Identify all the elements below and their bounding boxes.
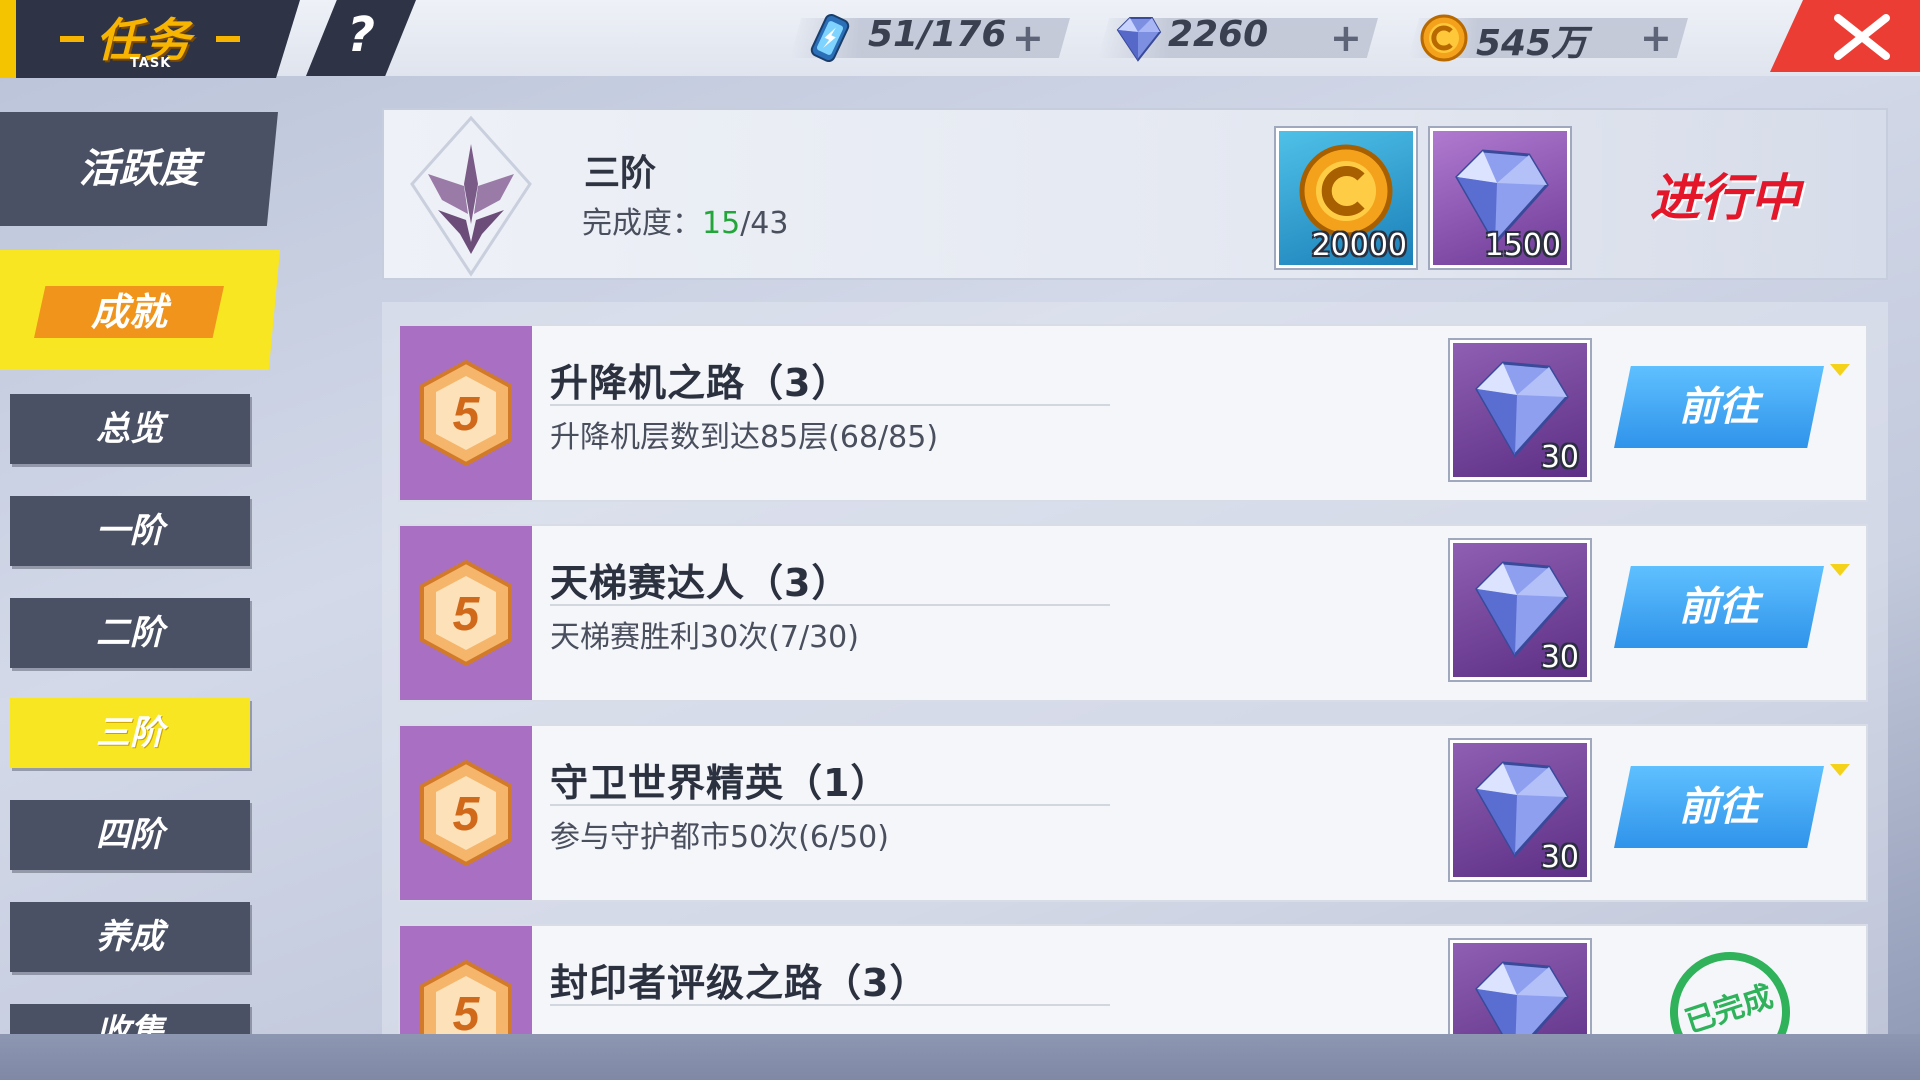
task-list[interactable]: 5 升降机之路（3） 升降机层数到达85层(68/85) 30 前往 5 天梯赛… — [382, 302, 1888, 1034]
diamond-add-button[interactable]: + — [1330, 16, 1362, 60]
sidebar-item-stage-2[interactable]: 二阶 — [10, 598, 250, 668]
diamond-icon — [1475, 961, 1569, 1034]
sidebar-item-stage-3[interactable]: 三阶 — [10, 698, 250, 768]
task-row: 5 天梯赛达人（3） 天梯赛胜利30次(7/30) 30 前往 — [398, 524, 1868, 702]
level-hexagon-icon: 5 — [420, 359, 512, 467]
task-row: 5 升降机之路（3） 升降机层数到达85层(68/85) 30 前往 — [398, 324, 1868, 502]
energy-value: 51/176 — [868, 14, 1007, 55]
stage-progress-total: /43 — [740, 206, 789, 241]
diamond-value: 2260 — [1168, 14, 1269, 55]
corner-marker-icon — [1830, 564, 1850, 576]
task-level: 5 — [453, 388, 481, 441]
sidebar-item-achievement[interactable]: 成就 — [0, 250, 280, 370]
level-hexagon-icon: 5 — [420, 559, 512, 667]
task-reward[interactable]: 30 — [1450, 740, 1590, 880]
stage-progress-label: 完成度： — [582, 206, 702, 241]
task-description: 升降机层数到达85层(68/85) — [550, 420, 939, 455]
stage-reward-gold-amount: 20000 — [1311, 228, 1407, 263]
level-hexagon-icon: 5 — [420, 959, 512, 1034]
sidebar-item-cultivate[interactable]: 养成 — [10, 902, 250, 972]
close-icon — [1834, 14, 1890, 60]
stage-progress-done: 15 — [702, 206, 741, 241]
go-button[interactable]: 前往 — [1614, 566, 1824, 648]
sidebar-item-achievement-label: 成就 — [34, 286, 224, 338]
bottom-shade — [0, 1034, 1920, 1080]
diamond-icon — [1116, 17, 1162, 62]
corner-marker-icon — [1830, 764, 1850, 776]
completed-stamp: 已完成 — [1654, 936, 1806, 1034]
gold-add-button[interactable]: + — [1640, 16, 1672, 60]
task-name: 封印者评级之路（3） — [550, 961, 929, 1005]
task-reward-amount: 30 — [1540, 440, 1579, 475]
task-divider — [550, 804, 1110, 806]
sidebar-item-stage-1[interactable]: 一阶 — [10, 496, 250, 566]
task-name: 守卫世界精英（1） — [550, 761, 890, 805]
go-button[interactable]: 前往 — [1614, 366, 1824, 448]
task-level: 5 — [453, 788, 481, 841]
task-description: 参与守护都市50次(6/50) — [550, 820, 889, 855]
task-divider — [550, 404, 1110, 406]
task-reward[interactable]: 30 — [1450, 540, 1590, 680]
level-hexagon-icon: 5 — [420, 759, 512, 867]
task-name: 升降机之路（3） — [550, 361, 851, 405]
task-row: 5 封印者评级之路（3） 已完成 — [398, 924, 1868, 1034]
gold-coin-icon — [1420, 14, 1468, 62]
task-divider — [550, 1004, 1110, 1006]
task-row: 5 守卫世界精英（1） 参与守护都市50次(6/50) 30 前往 — [398, 724, 1868, 902]
task-reward[interactable]: 30 — [1450, 340, 1590, 480]
go-button[interactable]: 前往 — [1614, 766, 1824, 848]
stage-progress: 完成度：15/43 — [582, 198, 788, 242]
sidebar-item-stage-4[interactable]: 四阶 — [10, 800, 250, 870]
corner-marker-icon — [1830, 364, 1850, 376]
gold-value: 545万 — [1476, 23, 1588, 64]
stage-reward-diamond-amount: 1500 — [1484, 228, 1561, 263]
stage-status: 进行中 — [1650, 169, 1800, 227]
stage-rank-emblem-icon — [410, 115, 532, 277]
task-description: 天梯赛胜利30次(7/30) — [550, 620, 859, 655]
title-tab: 任务 TASK — [0, 0, 300, 78]
sidebar-item-overview[interactable]: 总览 — [10, 394, 250, 464]
sidebar-item-collect[interactable]: 收集 — [10, 1004, 250, 1034]
title-dash-right — [216, 36, 240, 42]
stage-reward-gold[interactable]: 20000 — [1276, 128, 1416, 268]
task-reward-amount: 30 — [1540, 640, 1579, 675]
task-level: 5 — [453, 988, 481, 1034]
energy-battery-icon — [810, 13, 850, 63]
sidebar-item-activity[interactable]: 活跃度 — [0, 112, 278, 226]
task-divider — [550, 604, 1110, 606]
stage-summary-panel: 三阶 完成度：15/43 20000 1500 进行中 — [382, 108, 1888, 280]
task-reward-amount: 30 — [1540, 840, 1579, 875]
page-subtitle: TASK — [130, 56, 172, 71]
stage-name: 三阶 — [584, 153, 657, 194]
stage-reward-diamond[interactable]: 1500 — [1430, 128, 1570, 268]
task-reward[interactable] — [1450, 940, 1590, 1034]
energy-add-button[interactable]: + — [1012, 16, 1044, 60]
title-stripe — [0, 0, 16, 78]
title-dash-left — [60, 36, 84, 42]
task-name: 天梯赛达人（3） — [550, 561, 851, 605]
task-level: 5 — [453, 588, 481, 641]
